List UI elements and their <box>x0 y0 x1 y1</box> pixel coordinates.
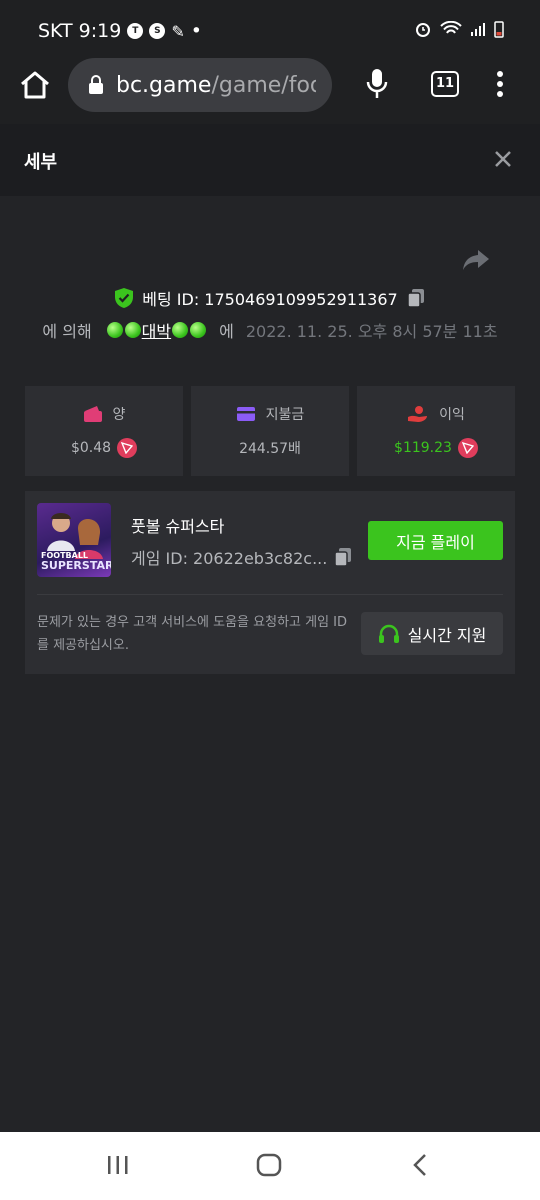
shield-check-icon <box>115 288 134 308</box>
url-text[interactable]: bc.game/game/foot <box>116 73 316 98</box>
bet-date: 2022. 11. 25. 오후 8시 57분 11초 <box>245 322 498 341</box>
stat-amount: 양 $0.48 <box>25 386 183 476</box>
game-id-row: 게임 ID: 20622eb3c82c... <box>131 545 353 569</box>
stat-label: 양 <box>112 407 126 423</box>
mic-icon[interactable] <box>366 68 388 100</box>
card-icon <box>236 407 255 421</box>
green-ball-icon <box>172 322 189 338</box>
lock-icon <box>89 75 103 94</box>
copy-icon[interactable] <box>333 547 353 567</box>
stat-payout: 지불금 244.57배 <box>191 386 349 476</box>
game-card: FOOTBALL SUPERSTAR 풋볼 슈퍼스타 게임 ID: 20622e… <box>25 491 515 674</box>
share-icon[interactable] <box>462 248 490 272</box>
live-support-button[interactable]: 실시간 지원 <box>361 612 503 655</box>
pen-icon: ✎ <box>171 21 185 41</box>
status-left: SKT 9:19 T S ✎ • <box>38 20 202 42</box>
tab-switcher-button[interactable]: 11 <box>431 71 459 97</box>
carrier-label: SKT <box>38 20 73 42</box>
green-ball-icon <box>124 322 141 338</box>
alarm-icon <box>416 23 430 37</box>
bettor-row: 에 의해 대박 에 2022. 11. 25. 오후 8시 57분 11초 <box>0 318 540 342</box>
user-link[interactable]: 대박 <box>106 318 207 342</box>
support-label: 실시간 지원 <box>407 625 487 645</box>
stat-label: 지불금 <box>265 407 305 423</box>
status-bar: SKT 9:19 T S ✎ • <box>0 0 540 58</box>
home-nav-icon[interactable] <box>256 1153 282 1177</box>
page-title: 세부 <box>24 152 58 173</box>
stat-value: $119.23 <box>394 440 452 456</box>
back-icon[interactable] <box>411 1153 429 1177</box>
user-name: 대박 <box>141 322 172 341</box>
on-text: 에 <box>219 322 234 341</box>
tron-coin-icon <box>117 438 138 458</box>
stat-value: $0.48 <box>70 440 112 456</box>
more-menu-icon[interactable] <box>496 70 504 98</box>
s-app-icon: S <box>149 23 166 39</box>
stat-profit: 이익 $119.23 <box>357 386 515 476</box>
green-ball-icon <box>190 322 207 338</box>
wallet-icon <box>83 406 102 422</box>
battery-icon <box>494 21 504 38</box>
url-bar[interactable]: bc.game/game/foot <box>68 58 332 112</box>
play-now-button[interactable]: 지금 플레이 <box>368 521 503 560</box>
hand-coin-icon <box>408 406 428 422</box>
status-right <box>414 20 504 38</box>
url-path: /game/foot <box>211 72 316 98</box>
bet-stats: 양 $0.48 지불금 244.57배 이익 $119.23 <box>25 386 515 476</box>
game-thumbnail[interactable]: FOOTBALL SUPERSTAR <box>37 503 111 577</box>
copy-icon[interactable] <box>406 288 426 308</box>
headset-icon <box>378 624 399 643</box>
tron-coin-icon <box>457 438 478 458</box>
signal-icon <box>471 23 485 36</box>
wifi-icon <box>440 21 462 34</box>
game-name: 풋볼 슈퍼스타 <box>131 517 225 536</box>
bet-id-label: 베팅 ID: 1750469109952911367 <box>142 290 398 309</box>
divider <box>37 594 503 595</box>
bet-id-row: 베팅 ID: 1750469109952911367 <box>0 286 540 310</box>
help-text: 문제가 있는 경우 고객 서비스에 도움을 요청하고 게임 ID를 제공하십시오… <box>37 615 348 653</box>
system-nav-bar <box>0 1132 540 1200</box>
browser-toolbar: bc.game/game/foot 11 <box>0 58 540 124</box>
url-host: bc.game <box>116 72 212 98</box>
stat-value: 244.57배 <box>239 441 301 457</box>
thumb-line2: SUPERSTAR <box>41 559 111 572</box>
notification-dot: • <box>190 20 202 42</box>
detail-header: 세부 <box>0 124 540 196</box>
by-prefix: 에 의해 <box>42 322 92 341</box>
recent-apps-icon[interactable] <box>106 1154 130 1176</box>
talk-icon: T <box>127 23 144 39</box>
close-icon[interactable] <box>494 150 512 168</box>
clock: 9:19 <box>78 20 122 42</box>
home-icon[interactable] <box>18 70 52 100</box>
green-ball-icon <box>106 322 123 338</box>
game-id: 게임 ID: 20622eb3c82c... <box>131 549 328 568</box>
stat-label: 이익 <box>439 407 465 423</box>
